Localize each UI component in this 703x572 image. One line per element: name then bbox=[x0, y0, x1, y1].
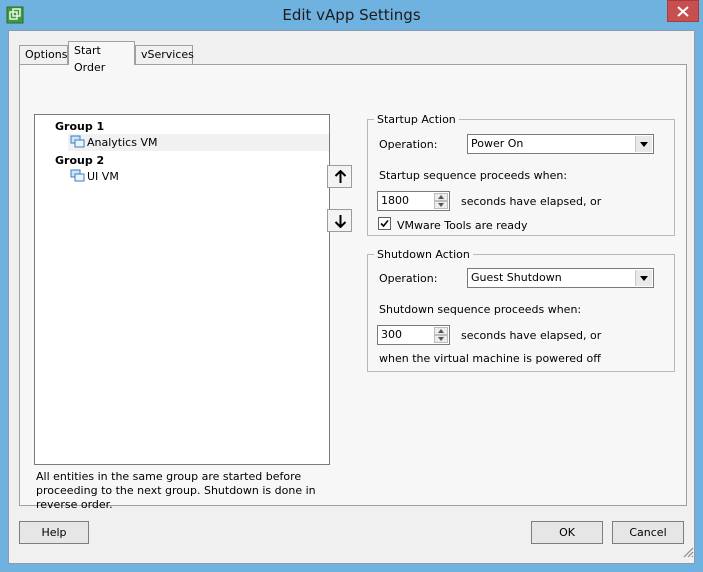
dialog-body: Options Start Order vServices Group 1 An… bbox=[8, 30, 695, 564]
close-icon bbox=[677, 6, 689, 17]
move-up-button[interactable] bbox=[327, 165, 352, 188]
group-2-row[interactable]: Group 2 bbox=[55, 152, 325, 169]
shutdown-seconds-value: 300 bbox=[381, 328, 402, 341]
shutdown-operation-select[interactable]: Guest Shutdown bbox=[467, 268, 654, 288]
spin-up-button[interactable] bbox=[434, 327, 448, 335]
shutdown-operation-label: Operation: bbox=[379, 272, 438, 285]
arrow-down-icon bbox=[334, 215, 347, 228]
checkmark-icon bbox=[380, 219, 389, 228]
chevron-down-icon bbox=[640, 142, 648, 147]
spin-up-button[interactable] bbox=[434, 193, 448, 201]
vmware-tools-checkbox[interactable] bbox=[378, 217, 391, 230]
chevron-down-icon bbox=[640, 276, 648, 281]
vm-label: UI VM bbox=[87, 170, 119, 183]
start-order-tree[interactable]: Group 1 Analytics VM Group 2 UI VM bbox=[34, 114, 330, 465]
spin-up-icon bbox=[438, 329, 444, 333]
shutdown-operation-value: Guest Shutdown bbox=[471, 271, 562, 284]
resize-grip-icon[interactable] bbox=[682, 546, 694, 561]
spin-down-icon bbox=[438, 337, 444, 341]
dropdown-button[interactable] bbox=[635, 270, 652, 286]
vm-icon bbox=[70, 169, 86, 183]
startup-operation-select[interactable]: Power On bbox=[467, 134, 654, 154]
tab-start-order[interactable]: Start Order bbox=[68, 41, 135, 74]
start-order-panel: Group 1 Analytics VM Group 2 UI VM All e… bbox=[19, 64, 687, 511]
spin-down-button[interactable] bbox=[434, 335, 448, 343]
startup-seconds-input[interactable]: 1800 bbox=[377, 191, 450, 211]
startup-seconds-value: 1800 bbox=[381, 194, 409, 207]
startup-proceeds-label: Startup sequence proceeds when: bbox=[379, 169, 568, 182]
dropdown-button[interactable] bbox=[635, 136, 652, 152]
vm-icon bbox=[70, 135, 86, 149]
tab-options[interactable]: Options bbox=[19, 45, 68, 64]
group-label: Group 2 bbox=[55, 154, 105, 167]
shutdown-seconds-input[interactable]: 300 bbox=[377, 325, 450, 345]
vmware-tools-label: VMware Tools are ready bbox=[397, 219, 528, 232]
spin-up-icon bbox=[438, 195, 444, 199]
vm-label: Analytics VM bbox=[87, 136, 158, 149]
tab-vservices[interactable]: vServices bbox=[135, 45, 194, 64]
close-button[interactable] bbox=[667, 0, 699, 22]
shutdown-legend: Shutdown Action bbox=[377, 248, 470, 261]
group-label: Group 1 bbox=[55, 120, 105, 133]
shutdown-proceeds-label: Shutdown sequence proceeds when: bbox=[379, 303, 582, 316]
startup-legend: Startup Action bbox=[377, 113, 456, 126]
move-down-button[interactable] bbox=[327, 209, 352, 232]
title-bar[interactable]: Edit vApp Settings bbox=[0, 0, 703, 30]
cancel-button[interactable]: Cancel bbox=[612, 521, 684, 544]
shutdown-seconds-label: seconds have elapsed, or bbox=[461, 329, 602, 342]
group-1-row[interactable]: Group 1 bbox=[55, 118, 325, 135]
help-button[interactable]: Help bbox=[19, 521, 89, 544]
vm-row-ui[interactable]: UI VM bbox=[68, 168, 329, 185]
arrow-up-icon bbox=[334, 170, 347, 183]
spin-down-icon bbox=[438, 203, 444, 207]
spin-down-button[interactable] bbox=[434, 201, 448, 209]
startup-seconds-label: seconds have elapsed, or bbox=[461, 195, 602, 208]
startup-operation-label: Operation: bbox=[379, 138, 438, 151]
window-title: Edit vApp Settings bbox=[282, 6, 421, 24]
startup-operation-value: Power On bbox=[471, 137, 524, 150]
vm-row-analytics[interactable]: Analytics VM bbox=[68, 134, 329, 151]
start-order-note: All entities in the same group are start… bbox=[36, 470, 316, 511]
ok-button[interactable]: OK bbox=[531, 521, 603, 544]
powered-off-label: when the virtual machine is powered off bbox=[379, 352, 601, 365]
